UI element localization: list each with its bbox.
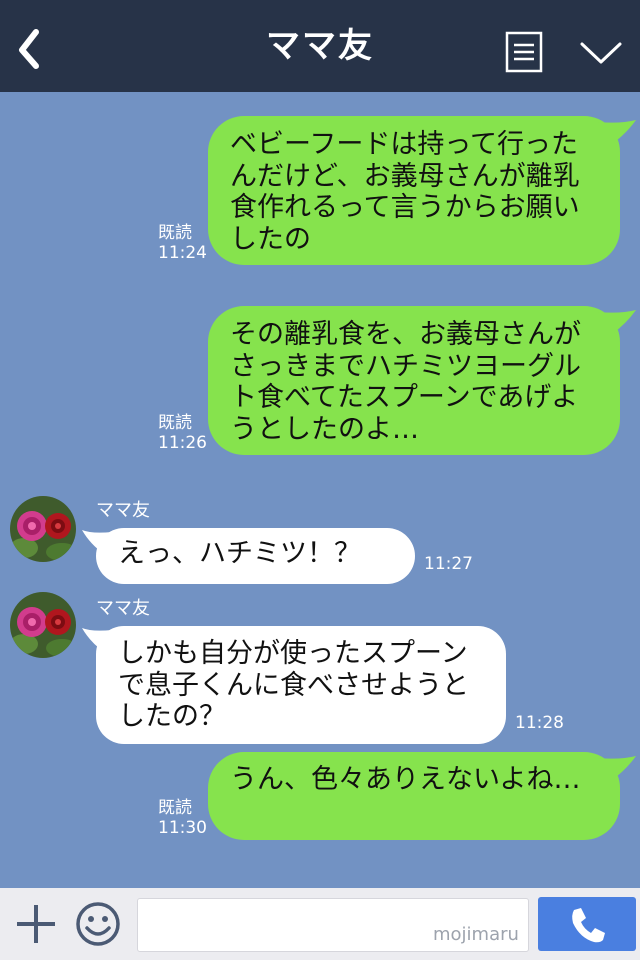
message-bubble: しかも自分が使ったスプーンで息子くんに食べさせようとしたの？: [96, 626, 506, 744]
message-time: 11:26: [158, 433, 207, 453]
chat-title: ママ友: [266, 26, 374, 66]
read-receipt: 既読: [158, 223, 192, 243]
avatar[interactable]: [10, 496, 76, 562]
message-bubble: その離乳食を、お義母さんがさっきまでハチミツヨーグルト食べてたスプーンであげよう…: [208, 306, 620, 455]
read-receipt: 既読: [158, 798, 192, 818]
call-button[interactable]: [538, 897, 636, 951]
chat-header: ママ友: [0, 0, 640, 92]
add-button[interactable]: [12, 900, 60, 948]
phone-icon: [572, 908, 605, 943]
expand-button[interactable]: [576, 34, 626, 70]
message-bubble: うん、色々ありえないよね…: [208, 752, 620, 840]
message-time: 11:30: [158, 818, 207, 838]
bubble-tail: [598, 310, 636, 334]
bubble-tail: [598, 756, 636, 780]
message-bubble: ベビーフードは持って行ったんだけど、お義母さんが離乳食作れるって言うからお願いし…: [208, 116, 620, 265]
message-time: 11:24: [158, 243, 207, 263]
sender-name: ママ友: [96, 500, 150, 521]
chevron-left-icon: [19, 29, 39, 69]
read-receipt: 既読: [158, 413, 192, 433]
message-bubble: えっ、ハチミツ！？: [96, 528, 415, 584]
message-time: 11:28: [515, 713, 564, 733]
avatar[interactable]: [10, 592, 76, 658]
smiley-icon: [76, 902, 120, 946]
sticker-button[interactable]: [74, 900, 122, 948]
menu-list-icon: [505, 31, 543, 73]
message-input[interactable]: [137, 898, 529, 952]
plus-icon: [17, 905, 55, 943]
bubble-tail: [598, 120, 636, 144]
rose-avatar-icon: [10, 496, 76, 562]
chevron-down-icon: [580, 42, 622, 64]
input-bar: mojimaru: [0, 888, 640, 960]
sender-name: ママ友: [96, 598, 150, 619]
rose-avatar-icon: [10, 592, 76, 658]
back-button[interactable]: [12, 24, 52, 72]
menu-button[interactable]: [504, 30, 544, 74]
message-time: 11:27: [424, 554, 473, 574]
